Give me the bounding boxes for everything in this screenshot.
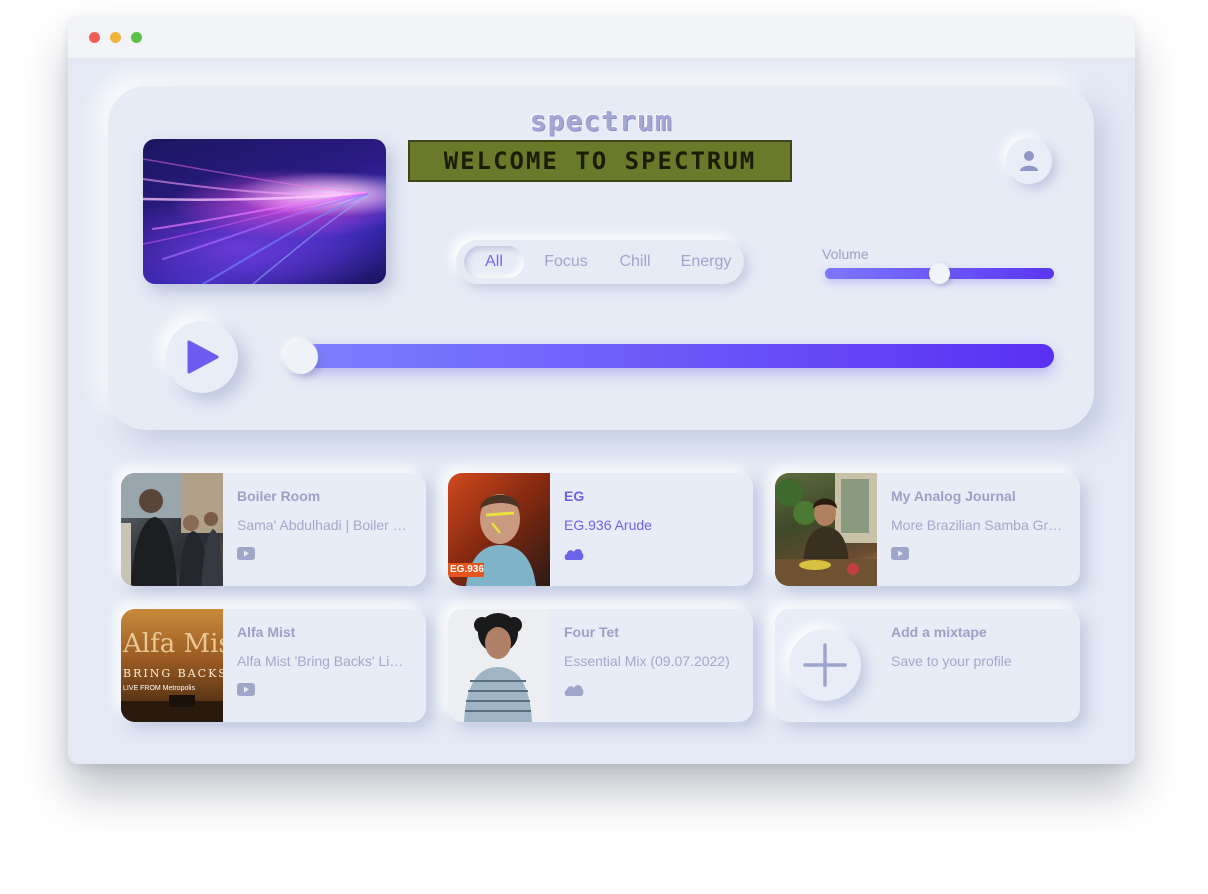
user-profile-button[interactable] <box>1006 138 1052 184</box>
album-artwork <box>143 139 386 284</box>
portrait-photo <box>464 613 532 722</box>
soundcloud-icon <box>564 685 584 696</box>
card-subtitle: Save to your profile <box>891 653 1012 669</box>
thumbnail-boiler-room <box>121 473 223 586</box>
maximize-window-button[interactable] <box>131 32 142 43</box>
card-subtitle: EG.936 Arude <box>564 517 652 533</box>
card-title: My Analog Journal <box>891 488 1016 504</box>
light-streaks-artwork <box>143 158 370 284</box>
title-bar <box>68 16 1135 59</box>
plus-icon <box>803 643 847 687</box>
thumbnail-eg: EG.936 <box>448 473 550 586</box>
card-title: Alfa Mist <box>237 624 296 640</box>
filter-focus[interactable]: Focus <box>536 246 596 278</box>
thumbnail-my-analog-journal <box>775 473 877 586</box>
play-icon <box>187 340 219 374</box>
card-subtitle: Sama' Abdulhadi | Boiler Room <box>237 517 409 533</box>
app-window: spectrum WELCOME TO SPECTRUM All Focus C… <box>68 16 1135 764</box>
card-title: EG <box>564 488 585 504</box>
player-panel: spectrum WELCOME TO SPECTRUM All Focus C… <box>108 86 1094 430</box>
mood-filter-bar: All Focus Chill Energy <box>456 240 744 284</box>
thumbnail-four-tet <box>448 609 550 722</box>
close-window-button[interactable] <box>89 32 100 43</box>
filter-chill[interactable]: Chill <box>606 246 664 278</box>
app-logo: spectrum <box>529 104 673 137</box>
thumbnail-badge: EG.936 <box>450 564 484 575</box>
play-button[interactable] <box>166 321 238 393</box>
mixtape-card-alfa-mist[interactable]: Alfa Mist BRING BACKS LIVE FROM Metropol… <box>121 609 426 722</box>
mixtape-card-my-analog-journal[interactable]: My Analog Journal More Brazilian Samba G… <box>775 473 1080 586</box>
user-icon <box>1020 151 1038 171</box>
dj-booth-photo <box>121 695 223 722</box>
card-subtitle: More Brazilian Samba Groove <box>891 517 1063 533</box>
youtube-icon <box>891 547 909 560</box>
card-title: Boiler Room <box>237 488 321 504</box>
lcd-display: WELCOME TO SPECTRUM <box>408 140 792 182</box>
filter-all[interactable]: All <box>464 246 524 278</box>
crowd-photo <box>121 473 223 586</box>
card-subtitle: Alfa Mist 'Bring Backs' Live at Metropol… <box>237 653 409 669</box>
minimize-window-button[interactable] <box>110 32 121 43</box>
card-subtitle: Essential Mix (09.07.2022) <box>564 653 730 669</box>
card-title: Four Tet <box>564 624 619 640</box>
mixtape-card-eg[interactable]: EG.936 EG EG.936 Arude <box>448 473 753 586</box>
add-mixtape-button[interactable] <box>789 629 861 701</box>
volume-label: Volume <box>822 246 869 262</box>
youtube-icon <box>237 547 255 560</box>
mixtape-card-boiler-room[interactable]: Boiler Room Sama' Abdulhadi | Boiler Roo… <box>121 473 426 586</box>
soundcloud-icon <box>564 549 584 560</box>
volume-slider-handle[interactable] <box>929 263 950 284</box>
youtube-icon <box>237 683 255 696</box>
thumbnail-alfa-mist: Alfa Mist BRING BACKS LIVE FROM Metropol… <box>121 609 223 722</box>
filter-energy[interactable]: Energy <box>674 246 738 278</box>
seek-bar-handle[interactable] <box>284 340 318 374</box>
add-mixtape-card[interactable]: Add a mixtape Save to your profile <box>775 609 1080 722</box>
dj-photo <box>775 473 877 586</box>
mixtape-card-four-tet[interactable]: Four Tet Essential Mix (09.07.2022) <box>448 609 753 722</box>
seek-bar-track[interactable] <box>294 344 1054 368</box>
card-title: Add a mixtape <box>891 624 987 640</box>
